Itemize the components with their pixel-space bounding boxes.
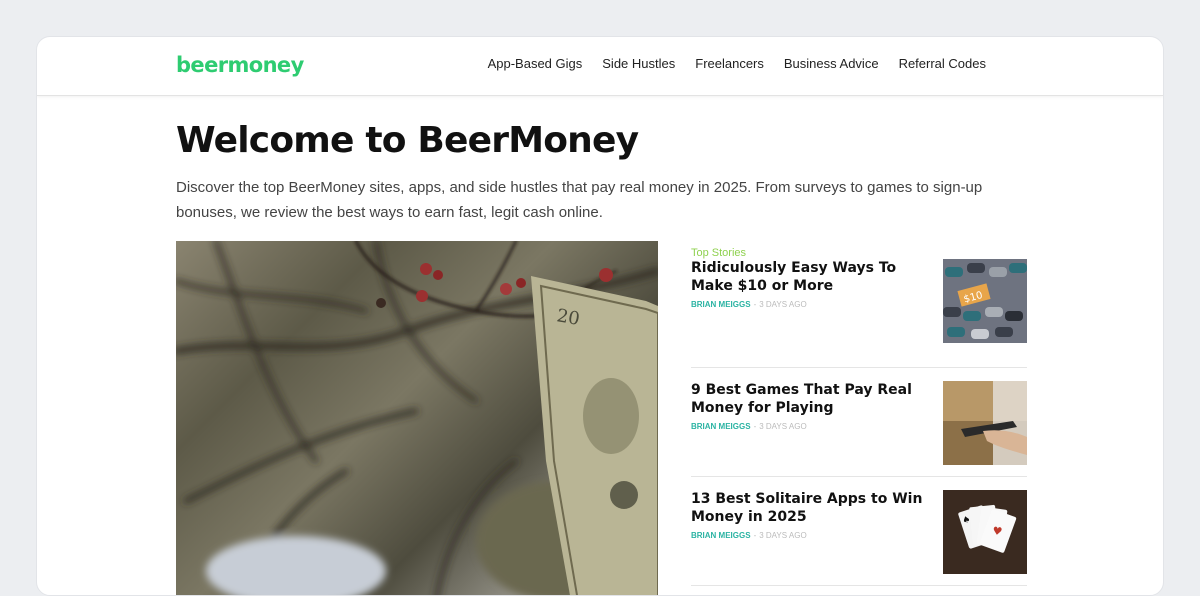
browser-frame: beermoney App-Based Gigs Side Hustles Fr… bbox=[36, 36, 1164, 596]
story-item[interactable]: 9 Best Games That Pay Real Money for Pla… bbox=[691, 368, 1027, 477]
nav-item-app-based-gigs[interactable]: App-Based Gigs bbox=[488, 56, 583, 71]
nav-item-referral-codes[interactable]: Referral Codes bbox=[899, 56, 986, 71]
story-title[interactable]: 9 Best Games That Pay Real Money for Pla… bbox=[691, 381, 933, 417]
story-title[interactable]: 13 Best Solitaire Apps to Win Money in 2… bbox=[691, 490, 933, 526]
svg-text:♥: ♥ bbox=[992, 524, 1004, 538]
hand-holding-phone-image bbox=[943, 381, 1027, 465]
story-title[interactable]: Ridiculously Easy Ways To Make $10 or Mo… bbox=[691, 259, 933, 295]
story-meta: Brian Meiggs -3 days ago bbox=[691, 300, 933, 309]
story-author[interactable]: Brian Meiggs bbox=[691, 531, 751, 540]
nav-item-freelancers[interactable]: Freelancers bbox=[695, 56, 764, 71]
story-author[interactable]: Brian Meiggs bbox=[691, 422, 751, 431]
story-item[interactable]: Ridiculously Easy Ways To Make $10 or Mo… bbox=[691, 259, 1027, 368]
story-item[interactable]: 13 Best Solitaire Apps to Win Money in 2… bbox=[691, 477, 1027, 586]
price-tag-cars-image: $10 bbox=[943, 259, 1027, 343]
page-intro: Discover the top BeerMoney sites, apps, … bbox=[176, 179, 983, 221]
story-author[interactable]: Brian Meiggs bbox=[691, 300, 751, 309]
meta-separator: - bbox=[753, 300, 757, 309]
story-text: Ridiculously Easy Ways To Make $10 or Mo… bbox=[691, 259, 933, 309]
meta-separator: - bbox=[753, 422, 757, 431]
money-in-tree-illustration: 20 bbox=[176, 241, 658, 595]
story-thumbnail[interactable]: ♠ ♥ bbox=[943, 490, 1027, 574]
story-date: 3 days ago bbox=[759, 531, 807, 540]
story-thumbnail[interactable]: $10 bbox=[943, 259, 1027, 343]
top-stories-sidebar: Top Stories Ridiculously Easy Ways To Ma… bbox=[691, 241, 1027, 586]
nav-item-side-hustles[interactable]: Side Hustles bbox=[602, 56, 675, 71]
featured-article-image[interactable]: 20 bbox=[176, 241, 658, 595]
story-meta: Brian Meiggs -3 days ago bbox=[691, 531, 933, 540]
playing-cards-image: ♠ ♥ bbox=[943, 490, 1027, 574]
main-nav: App-Based Gigs Side Hustles Freelancers … bbox=[488, 56, 986, 71]
meta-separator: - bbox=[753, 531, 757, 540]
site-logo[interactable]: beermoney bbox=[176, 53, 304, 77]
nav-item-business-advice[interactable]: Business Advice bbox=[784, 56, 879, 71]
story-date: 3 days ago bbox=[759, 422, 807, 431]
page-title: Welcome to BeerMoney bbox=[176, 120, 639, 161]
top-stories-label: Top Stories bbox=[691, 247, 747, 259]
story-meta: Brian Meiggs -3 days ago bbox=[691, 422, 933, 431]
site-header: beermoney App-Based Gigs Side Hustles Fr… bbox=[37, 37, 1163, 96]
story-text: 13 Best Solitaire Apps to Win Money in 2… bbox=[691, 490, 933, 540]
story-text: 9 Best Games That Pay Real Money for Pla… bbox=[691, 381, 933, 431]
story-thumbnail[interactable] bbox=[943, 381, 1027, 465]
svg-text:20: 20 bbox=[555, 305, 581, 330]
story-date: 3 days ago bbox=[759, 300, 807, 309]
